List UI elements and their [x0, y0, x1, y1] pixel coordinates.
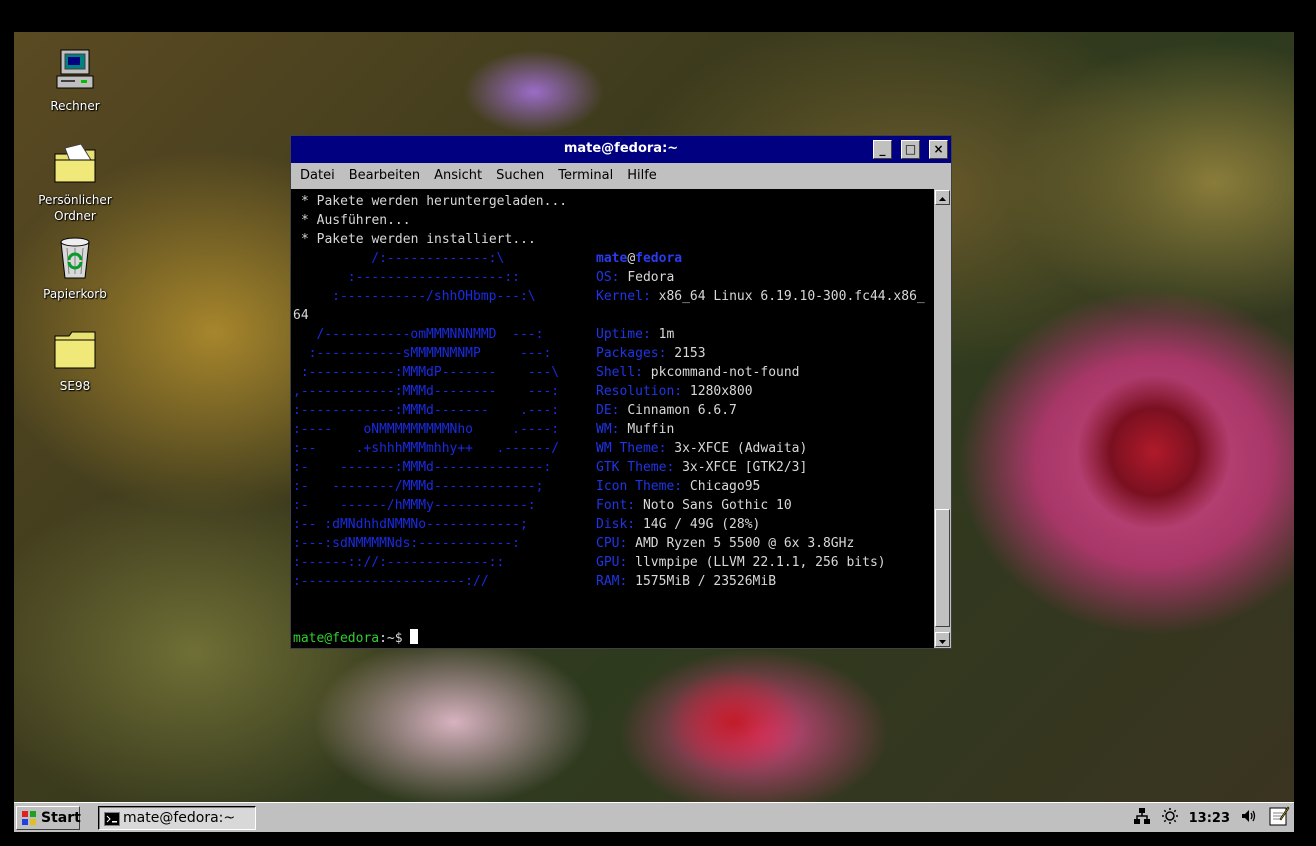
arrow-up-icon [939, 197, 946, 201]
info-gtk-theme: GTK Theme: 3x-XFCE [GTK2/3] [596, 460, 808, 475]
shell-prompt[interactable]: mate@fedora:~$ [293, 629, 419, 648]
computer-icon [51, 46, 99, 94]
desktop-icon-home-folder[interactable]: Persönlicher Ordner [25, 140, 125, 224]
info-wm-theme: WM Theme: 3x-XFCE (Adwaita) [596, 441, 808, 456]
brightness-icon[interactable] [1161, 807, 1179, 829]
logo-line: :-----------sMMMMNMNMP ---: [293, 346, 552, 361]
info-wm: WM: Muffin [596, 422, 675, 437]
start-label: Start [41, 810, 81, 826]
prompt-symbol: $ [394, 631, 411, 646]
start-logo-icon [21, 810, 37, 833]
taskbar-item-terminal[interactable]: mate@fedora:~ [98, 806, 256, 830]
taskbar-item-label: mate@fedora:~ [123, 810, 236, 826]
logo-line: :-----------:MMMdP------- ---\ [293, 365, 560, 380]
hostname: fedora [635, 251, 683, 266]
at-sign: @ [627, 251, 636, 266]
logo-line: :-- .+shhhMMMmhhy++ .------/ [293, 441, 560, 456]
menu-ansicht[interactable]: Ansicht [427, 163, 489, 189]
output-line: * Ausführen... [301, 213, 411, 228]
logo-line: :- -------:MMMd--------------: [293, 460, 552, 475]
minimize-button[interactable]: _ [873, 140, 892, 159]
window-titlebar[interactable]: mate@fedora:~ _ □ × [291, 136, 951, 163]
desktop-icon-se98[interactable]: SE98 [25, 326, 125, 394]
logo-line: :-- :dMNdhhdNMMNo------------; [293, 517, 528, 532]
vertical-scrollbar[interactable] [934, 189, 951, 648]
start-button[interactable]: Start [16, 806, 81, 833]
prompt-user-host: mate@fedora [293, 631, 380, 646]
logo-line: /-----------omMMMNNNMMD ---: [293, 327, 544, 342]
info-icon-theme: Icon Theme: Chicago95 [596, 479, 761, 494]
user-host-line: mate@fedora [596, 249, 682, 268]
output-line: * Pakete werden installiert... [301, 232, 536, 247]
menu-bearbeiten[interactable]: Bearbeiten [342, 163, 427, 189]
info-de: DE: Cinnamon 6.6.7 [596, 403, 737, 418]
window-title: mate@fedora:~ [563, 141, 679, 156]
info-packages: Packages: 2153 [596, 346, 706, 361]
menu-bar: Datei Bearbeiten Ansicht Suchen Terminal… [291, 163, 951, 189]
logo-wrap-line: 64 [293, 308, 309, 323]
output-line: * Pakete werden heruntergeladen... [301, 194, 568, 209]
trash-icon [51, 234, 99, 282]
maximize-button[interactable]: □ [901, 140, 920, 159]
info-os: OS: Fedora [596, 270, 675, 285]
logo-line: :------------:MMMd------- .---: [293, 403, 560, 418]
folder-home-icon [51, 140, 99, 188]
logo-line: :---- oNMMMMMMMMMNho .----: [293, 422, 560, 437]
logo-line: ,------------:MMMd-------- ---: [293, 384, 560, 399]
terminal-window[interactable]: mate@fedora:~ _ □ × Datei Bearbeiten Ans… [291, 136, 951, 648]
menu-suchen[interactable]: Suchen [489, 163, 551, 189]
info-gpu: GPU: llvmpipe (LLVM 22.1.1, 256 bits) [596, 555, 886, 570]
folder-icon [51, 326, 99, 374]
desktop-icon-label: SE98 [59, 379, 91, 393]
info-disk: Disk: 14G / 49G (28%) [596, 517, 761, 532]
info-font: Font: Noto Sans Gothic 10 [596, 498, 792, 513]
taskbar: Start mate@fedora:~ 13:23 [14, 802, 1294, 832]
menu-hilfe[interactable]: Hilfe [620, 163, 664, 189]
menu-datei[interactable]: Datei [293, 163, 342, 189]
prompt-path: :~ [379, 631, 395, 646]
info-resolution: Resolution: 1280x800 [596, 384, 753, 399]
terminal-output[interactable]: * Pakete werden heruntergeladen... * Aus… [291, 189, 934, 648]
username: mate [596, 251, 628, 266]
text-cursor [410, 629, 419, 644]
desktop-icon-trash[interactable]: Papierkorb [25, 234, 125, 302]
logo-line: :-----------/shhOHbmp---:\ [293, 289, 536, 304]
close-button[interactable]: × [929, 140, 948, 159]
network-icon[interactable] [1133, 807, 1151, 829]
menu-terminal[interactable]: Terminal [551, 163, 620, 189]
info-uptime: Uptime: 1m [596, 327, 675, 342]
info-ram: RAM: 1575MiB / 23526MiB [596, 574, 777, 589]
logo-line: :---------------------:// [293, 574, 489, 589]
desktop-icon-label: Persönlicher Ordner [38, 193, 112, 223]
desktop-icon-label: Rechner [50, 99, 100, 113]
logo-line: :---:sdNMMMMNds:------------: [293, 536, 520, 551]
scrollbar-thumb[interactable] [935, 509, 950, 627]
info-shell: Shell: pkcommand-not-found [596, 365, 800, 380]
logo-line: :------:://:-------------:: [293, 555, 505, 570]
logo-line: :- ------/hMMMy------------: [293, 498, 536, 513]
volume-icon[interactable] [1240, 807, 1258, 829]
terminal-app-icon [104, 811, 120, 833]
info-kernel: Kernel: x86_64 Linux 6.19.10-300.fc44.x8… [596, 289, 925, 304]
logo-line: /:-------------:\ [293, 251, 505, 266]
info-cpu: CPU: AMD Ryzen 5 5500 @ 6x 3.8GHz [596, 536, 855, 551]
scroll-up-button[interactable] [935, 190, 950, 205]
logo-line: :-------------------:: [293, 270, 520, 285]
arrow-down-icon [939, 640, 946, 644]
logo-line: :- --------/MMMd-------------; [293, 479, 544, 494]
desktop-icon-computer[interactable]: Rechner [25, 46, 125, 114]
scroll-down-button[interactable] [935, 632, 950, 647]
clock[interactable]: 13:23 [1189, 811, 1230, 826]
desktop-icon-label: Papierkorb [43, 287, 107, 301]
system-tray: 13:23 [1133, 806, 1290, 830]
notes-icon[interactable] [1268, 805, 1290, 831]
